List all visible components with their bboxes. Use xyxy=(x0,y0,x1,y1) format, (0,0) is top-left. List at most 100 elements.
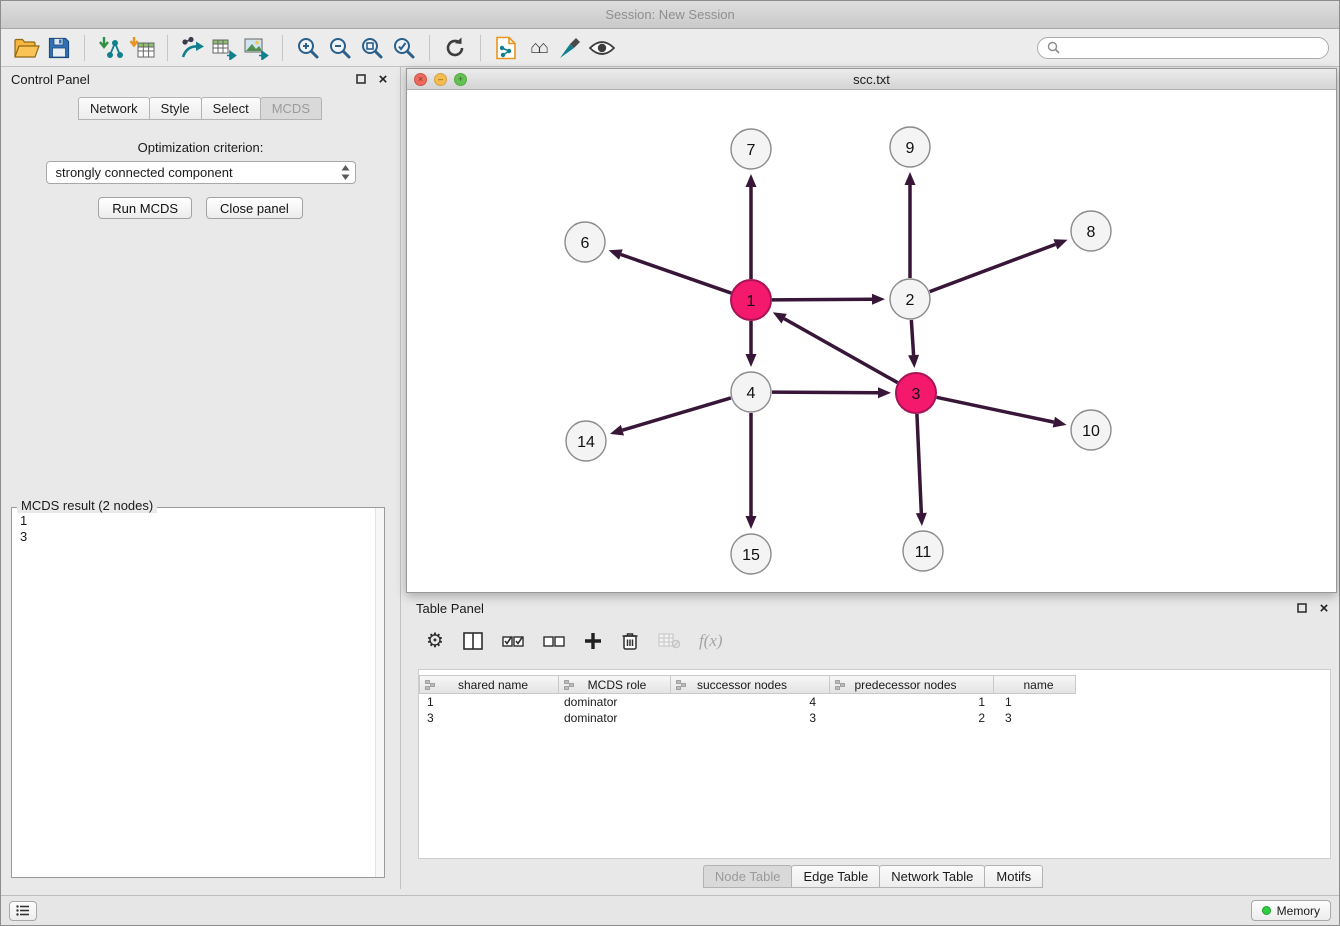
network-graph[interactable]: 7 9 6 8 1 2 4 3 14 10 15 11 xyxy=(407,91,1336,593)
document-network-icon xyxy=(495,36,517,60)
refresh-button[interactable] xyxy=(439,33,471,63)
style-button[interactable] xyxy=(554,33,586,63)
column-header-successor-nodes[interactable]: successor nodes xyxy=(670,675,830,694)
float-window-icon xyxy=(356,74,366,84)
export-image-button[interactable] xyxy=(241,33,273,63)
optimization-criterion-select[interactable]: strongly connected component xyxy=(46,161,356,184)
graph-edge-4-14[interactable] xyxy=(622,398,730,430)
show-hide-graphics-details-button[interactable] xyxy=(586,33,618,63)
graph-node-6[interactable]: 6 xyxy=(565,222,605,262)
float-panel-button[interactable] xyxy=(354,72,368,86)
tab-mcds[interactable]: MCDS xyxy=(260,97,322,120)
save-icon xyxy=(48,37,70,59)
zoom-out-button[interactable] xyxy=(324,33,356,63)
tab-node-table[interactable]: Node Table xyxy=(703,865,793,888)
result-scrollbar[interactable] xyxy=(375,508,384,877)
export-network-to-web-button[interactable] xyxy=(490,33,522,63)
table-row[interactable]: 3 dominator 3 2 3 xyxy=(419,710,1330,726)
graph-edge-1-6[interactable] xyxy=(621,255,731,294)
tab-style[interactable]: Style xyxy=(149,97,202,120)
graph-edge-3-11[interactable] xyxy=(917,414,921,513)
graph-node-7[interactable]: 7 xyxy=(731,129,771,169)
graph-edge-3-10[interactable] xyxy=(937,397,1054,422)
save-session-button[interactable] xyxy=(43,33,75,63)
zoom-fit-button[interactable] xyxy=(356,33,388,63)
column-header-mcds-role[interactable]: MCDS role xyxy=(558,675,671,694)
column-header-name[interactable]: name xyxy=(993,675,1076,694)
cell-mcds-role: dominator xyxy=(559,694,672,710)
network-canvas[interactable]: 7 9 6 8 1 2 4 3 14 10 15 11 xyxy=(407,91,1336,592)
zoom-selected-button[interactable] xyxy=(388,33,420,63)
close-table-panel-button[interactable]: × xyxy=(1317,601,1331,615)
graph-edge-1-2[interactable] xyxy=(772,299,872,300)
export-table-button[interactable] xyxy=(209,33,241,63)
tab-edge-table[interactable]: Edge Table xyxy=(791,865,880,888)
graph-edge-3-1[interactable] xyxy=(784,319,898,383)
apply-preferred-layout-button[interactable]: ⌂⌂ xyxy=(522,33,554,63)
window-controls: × – + xyxy=(414,73,467,86)
minimize-window-button[interactable]: – xyxy=(434,73,447,86)
cell-successor-nodes: 4 xyxy=(672,694,832,710)
graph-node-10[interactable]: 10 xyxy=(1071,410,1111,450)
select-all-button[interactable] xyxy=(502,633,524,649)
graph-node-15[interactable]: 15 xyxy=(731,534,771,574)
close-panel-button[interactable]: × xyxy=(376,72,390,86)
table-panel-tabs: Node Table Edge Table Network Table Moti… xyxy=(406,865,1340,888)
tab-motifs[interactable]: Motifs xyxy=(984,865,1043,888)
export-network-button[interactable] xyxy=(177,33,209,63)
graph-edge-arrowhead xyxy=(872,294,885,305)
function-builder-button[interactable]: f(x) xyxy=(699,631,723,651)
graph-node-8[interactable]: 8 xyxy=(1071,211,1111,251)
graph-edge-2-3[interactable] xyxy=(911,320,913,355)
memory-button[interactable]: Memory xyxy=(1251,900,1331,921)
run-mcds-button[interactable]: Run MCDS xyxy=(98,197,192,219)
open-file-button[interactable] xyxy=(11,33,43,63)
table-row[interactable]: 1 dominator 4 1 1 xyxy=(419,694,1330,710)
import-network-button[interactable] xyxy=(94,33,126,63)
table-settings-button[interactable]: ⚙ xyxy=(426,631,444,651)
maximize-window-button[interactable]: + xyxy=(454,73,467,86)
delete-table-button[interactable] xyxy=(658,633,680,649)
column-header-shared-name[interactable]: shared name xyxy=(419,675,559,694)
zoom-in-button[interactable] xyxy=(292,33,324,63)
app-window: Session: New Session xyxy=(0,0,1340,926)
graph-node-14[interactable]: 14 xyxy=(566,421,606,461)
cell-mcds-role: dominator xyxy=(559,710,672,726)
float-table-panel-button[interactable] xyxy=(1295,601,1309,615)
tab-network[interactable]: Network xyxy=(78,97,150,120)
task-history-button[interactable] xyxy=(9,901,37,921)
graph-node-4[interactable]: 4 xyxy=(731,372,771,412)
graph-node-label: 14 xyxy=(577,434,595,451)
graph-edge-2-8[interactable] xyxy=(930,244,1056,291)
select-all-icon xyxy=(502,633,524,649)
graph-edge-4-3[interactable] xyxy=(772,392,878,393)
dropdown-selected-value: strongly connected component xyxy=(56,165,233,180)
tab-network-table[interactable]: Network Table xyxy=(879,865,985,888)
graph-node-11[interactable]: 11 xyxy=(903,531,943,571)
close-panel-button-secondary[interactable]: Close panel xyxy=(206,197,303,219)
table-panel-title: Table Panel xyxy=(416,601,484,616)
deselect-all-button[interactable] xyxy=(543,633,565,649)
search-box[interactable] xyxy=(1037,37,1329,59)
add-row-button[interactable] xyxy=(584,632,602,650)
graph-node-2[interactable]: 2 xyxy=(890,279,930,319)
network-window-titlebar[interactable]: × – + scc.txt xyxy=(407,69,1336,90)
cell-shared-name: 3 xyxy=(419,710,559,726)
show-columns-button[interactable] xyxy=(463,632,483,650)
graph-node-1[interactable]: 1 xyxy=(731,280,771,320)
column-header-predecessor-nodes[interactable]: predecessor nodes xyxy=(829,675,994,694)
table-toolbar: ⚙ xyxy=(406,620,1340,662)
close-window-button[interactable]: × xyxy=(414,73,427,86)
tab-select[interactable]: Select xyxy=(201,97,261,120)
graph-node-3[interactable]: 3 xyxy=(896,373,936,413)
graph-node-9[interactable]: 9 xyxy=(890,127,930,167)
zoom-out-icon xyxy=(328,36,352,60)
trash-icon xyxy=(621,631,639,651)
mcds-result-box[interactable]: 1 3 xyxy=(11,507,385,878)
delete-row-button[interactable] xyxy=(621,631,639,651)
toolbar-separator xyxy=(429,35,430,61)
import-table-button[interactable] xyxy=(126,33,158,63)
open-folder-icon xyxy=(14,37,40,59)
toolbar-separator xyxy=(480,35,481,61)
search-input[interactable] xyxy=(1066,41,1319,55)
